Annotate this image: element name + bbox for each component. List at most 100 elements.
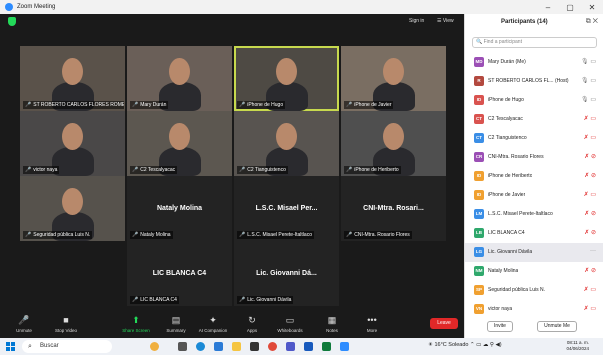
view-label: View: [442, 18, 454, 24]
outlook-icon[interactable]: [214, 342, 223, 351]
video-tile[interactable]: 🎤 Mary Durán: [127, 46, 232, 111]
video-tile[interactable]: 🎤 iPhone de Heriberto: [341, 111, 446, 176]
muted-mic-icon: 🎤: [239, 297, 246, 303]
invite-button[interactable]: Invite: [487, 321, 513, 332]
muted-mic-icon: 🎤: [346, 167, 353, 173]
unmute-button[interactable]: 🎤 Unmute: [4, 314, 44, 333]
windows-start-icon[interactable]: [6, 342, 15, 351]
tray-weather[interactable]: ☀ 16°C Soleado ⌃ ▭ ☁ ⚲ ◀): [428, 342, 502, 348]
participant-name: Seguridad pública Luis N.: [488, 287, 545, 293]
avatar: CT: [474, 114, 484, 124]
participant-name: CNI-Mtra. Rosario Flores: [488, 154, 544, 160]
video-tile[interactable]: CNI-Mtra. Rosari... 🎤 CNI-Mtra. Rosario Fl…: [341, 176, 446, 241]
muted-mic-icon: 🎤: [132, 297, 139, 303]
muted-mic-icon: 🎤: [346, 102, 353, 108]
taskbar-clock[interactable]: 08:11 a. m. 04/06/2024: [566, 340, 589, 352]
avatar: ID: [474, 190, 484, 200]
participant-search-input[interactable]: 🔍 Find a participant: [472, 37, 597, 48]
tile-name-label: 🎤 ST ROBERTO CARLOS FLORES ROMERO: [23, 101, 124, 109]
zoom-taskbar-icon[interactable]: [340, 342, 349, 351]
summary-icon: ▤: [171, 315, 181, 325]
store-icon[interactable]: [250, 342, 259, 351]
avatar: LM: [474, 209, 484, 219]
close-button[interactable]: ✕: [581, 0, 603, 14]
muted-mic-icon: 🎤: [132, 167, 139, 173]
video-tile[interactable]: 🎤 victor naya: [20, 111, 125, 176]
participant-name: C2 Tianguistenco: [488, 135, 527, 141]
notes-button[interactable]: ▦ Notes: [312, 314, 352, 333]
more-icon: •••: [367, 315, 377, 325]
view-button[interactable]: ☰ View: [437, 18, 454, 24]
participant-row[interactable]: LM L.S.C. Misael Perete-Italtlaco ✗ ⊘: [465, 205, 603, 224]
whiteboards-button[interactable]: ▭ Whiteboards: [270, 314, 310, 333]
teams-icon[interactable]: [286, 342, 295, 351]
participant-row[interactable]: ID iPhone de Heriberto ✗ ⊘: [465, 167, 603, 186]
file-explorer-icon[interactable]: [232, 342, 241, 351]
unmute-me-button[interactable]: Unmute Me: [537, 321, 577, 332]
tile-display-name: LIC BLANCA C4: [152, 269, 207, 277]
panel-popout-close-icons[interactable]: ⧉ ✕: [586, 18, 598, 26]
word-icon[interactable]: [304, 342, 313, 351]
security-shield-icon[interactable]: [8, 17, 16, 26]
audio-video-status-icon: 🎙 ▭: [581, 78, 596, 84]
taskbar-search-box[interactable]: ⌕ Buscar: [22, 340, 112, 353]
share-icon: ⬆: [132, 315, 140, 325]
tile-name-label: 🎤 L.S.C. Misael Perete-Italtlaco: [237, 231, 314, 239]
participant-face: [169, 57, 190, 85]
tile-display-name: Lic. Giovanni Dá...: [256, 269, 317, 277]
video-tile[interactable]: 🎤 iPhone de Hugo: [234, 46, 339, 111]
summary-label: Summary: [166, 328, 186, 333]
leave-button[interactable]: Leave: [430, 318, 458, 329]
video-tile[interactable]: 🎤 Seguridad pública Luis N.: [20, 176, 125, 241]
chrome-icon[interactable]: [268, 342, 277, 351]
edge-browser-icon[interactable]: [196, 342, 205, 351]
task-view-icon[interactable]: [178, 342, 187, 351]
weather-widget-icon[interactable]: [150, 342, 159, 351]
whiteboard-icon: ▭: [285, 315, 295, 325]
video-tile[interactable]: 🎤 ST ROBERTO CARLOS FLORES ROMERO: [20, 46, 125, 111]
audio-video-status-icon: ✗ ▭: [583, 116, 596, 122]
participant-row[interactable]: R ST ROBERTO CARLOS FL... (Host) 🎙 ▭: [465, 72, 603, 91]
participant-row[interactable]: CT C2 Tianguistenco ✗ ▭: [465, 129, 603, 148]
participant-row[interactable]: MD Mary Durán (Me) 🎙 ▭: [465, 53, 603, 72]
participant-row[interactable]: LB LIC BLANCA C4 ✗ ⊘: [465, 224, 603, 243]
video-tile[interactable]: L.S.C. Misael Per... 🎤 L.S.C. Misael Peret…: [234, 176, 339, 241]
apps-button[interactable]: ↻ Apps: [232, 314, 272, 333]
summary-button[interactable]: ▤ Summary: [156, 314, 196, 333]
excel-icon[interactable]: [322, 342, 331, 351]
participant-row[interactable]: CT C2 Tescalyacac ✗ ▭: [465, 110, 603, 129]
audio-video-status-icon: ✗ ▭: [583, 287, 596, 293]
minimize-button[interactable]: –: [537, 0, 559, 14]
participant-row[interactable]: NM Nataly Molina ✗ ⊘: [465, 262, 603, 281]
participant-face: [383, 122, 404, 150]
video-tile[interactable]: 🎤 C2 Tescalyacac: [127, 111, 232, 176]
stopvideo-label: Stop Video: [55, 328, 77, 333]
tile-display-name: Nataly Molina: [156, 204, 203, 212]
more-label: More: [366, 328, 378, 333]
participant-row[interactable]: LG Lic. Giovanni Dávila ···: [465, 243, 603, 262]
participant-name: C2 Tescalyacac: [488, 116, 523, 122]
more-button[interactable]: ••• More: [352, 314, 392, 333]
participant-row[interactable]: CR CNI-Mtra. Rosario Flores ✗ ⊘: [465, 148, 603, 167]
muted-mic-icon: 🎤: [25, 167, 32, 173]
audio-video-status-icon: ✗ ▭: [583, 135, 596, 141]
stopvideo-button[interactable]: ■ Stop Video: [46, 314, 86, 333]
video-tile[interactable]: LIC BLANCA C4 🎤 LIC BLANCA C4: [127, 241, 232, 306]
participant-row[interactable]: ID iPhone de Javier ✗ ▭: [465, 186, 603, 205]
tile-name-label: 🎤 iPhone de Heriberto: [344, 166, 401, 174]
sign-in-link[interactable]: Sign in: [409, 18, 424, 24]
video-tile[interactable]: 🎤 C2 Tianguistenco: [234, 111, 339, 176]
participant-row[interactable]: SP Seguridad pública Luis N. ✗ ▭: [465, 281, 603, 300]
share-button[interactable]: ⬆ Share Screen: [116, 314, 156, 333]
maximize-button[interactable]: ▢: [559, 0, 581, 14]
taskbar-search-label: Buscar: [40, 343, 59, 349]
audio-video-status-icon: ✗ ⊘: [584, 268, 596, 274]
video-tile[interactable]: Nataly Molina 🎤 Nataly Molina: [127, 176, 232, 241]
video-tile[interactable]: Lic. Giovanni Dá... 🎤 Lic. Giovanni Dávila: [234, 241, 339, 306]
notes-label: Notes: [326, 328, 338, 333]
participant-row[interactable]: ID iPhone de Hugo 🎙 ▭: [465, 91, 603, 110]
participants-header: Participants (14) ⧉ ✕: [465, 14, 603, 32]
video-tile[interactable]: 🎤 iPhone de Javier: [341, 46, 446, 111]
muted-mic-icon: 🎤: [25, 102, 32, 108]
ai-button[interactable]: ✦ AI Companion: [193, 314, 233, 333]
